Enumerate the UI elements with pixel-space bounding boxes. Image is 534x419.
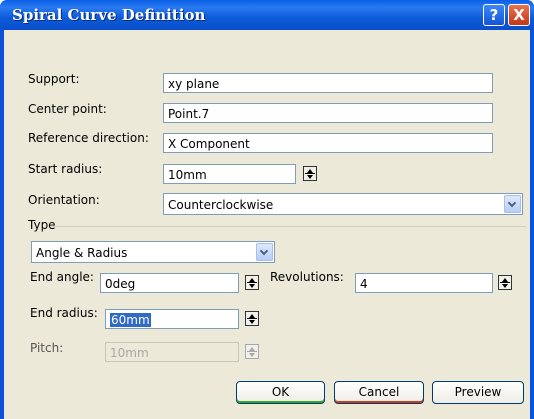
spin-divider bbox=[500, 282, 510, 283]
spin-divider bbox=[247, 318, 257, 319]
help-icon: ? bbox=[489, 6, 499, 24]
center-point-field[interactable]: Point.7 bbox=[163, 103, 493, 123]
spin-down-icon bbox=[249, 320, 255, 324]
dialog-body: Support: xy plane Center point: Point.7 … bbox=[4, 30, 530, 419]
end-radius-label: End radius: bbox=[30, 306, 98, 320]
start-radius-label: Start radius: bbox=[28, 162, 103, 176]
chevron-down-icon bbox=[259, 246, 269, 256]
end-radius-spinner[interactable] bbox=[245, 311, 259, 326]
center-point-label: Center point: bbox=[28, 102, 107, 116]
pitch-spinner bbox=[245, 344, 259, 359]
spiral-curve-dialog: Spiral Curve Definition ? X Support: xy … bbox=[0, 0, 534, 419]
revolutions-field[interactable]: 4 bbox=[355, 273, 493, 293]
start-radius-field[interactable]: 10mm bbox=[163, 164, 296, 184]
preview-button[interactable]: Preview bbox=[432, 381, 524, 404]
pitch-label: Pitch: bbox=[30, 341, 64, 355]
reference-direction-label: Reference direction: bbox=[28, 131, 149, 145]
type-group-divider bbox=[52, 226, 526, 227]
end-angle-spinner[interactable] bbox=[245, 275, 259, 290]
reference-direction-field[interactable]: X Component bbox=[163, 133, 493, 153]
start-radius-spinner[interactable] bbox=[303, 166, 317, 181]
spin-down-icon bbox=[307, 175, 313, 179]
spin-divider bbox=[247, 351, 257, 352]
end-radius-value: 60mm bbox=[110, 313, 151, 327]
type-value: Angle & Radius bbox=[36, 246, 128, 260]
orientation-label: Orientation: bbox=[28, 193, 100, 207]
orientation-dropdown-button[interactable] bbox=[504, 195, 521, 213]
orientation-value: Counterclockwise bbox=[168, 198, 274, 212]
orientation-dropdown[interactable]: Counterclockwise bbox=[163, 193, 523, 215]
type-group-label: Type bbox=[28, 218, 56, 232]
cancel-button[interactable]: Cancel bbox=[334, 381, 424, 404]
revolutions-label: Revolutions: bbox=[270, 270, 344, 284]
dialog-title: Spiral Curve Definition bbox=[12, 6, 206, 24]
end-angle-field[interactable]: 0deg bbox=[100, 273, 239, 293]
type-dropdown[interactable]: Angle & Radius bbox=[31, 241, 275, 263]
spin-divider bbox=[305, 173, 315, 174]
type-dropdown-button[interactable] bbox=[256, 243, 273, 261]
spin-down-icon bbox=[249, 353, 255, 357]
end-radius-field[interactable]: 60mm bbox=[105, 309, 239, 329]
close-button[interactable]: X bbox=[508, 4, 530, 26]
revolutions-spinner[interactable] bbox=[498, 275, 512, 290]
pitch-field: 10mm bbox=[105, 342, 239, 362]
close-icon: X bbox=[513, 6, 525, 24]
ok-button[interactable]: OK bbox=[236, 381, 325, 404]
title-bar[interactable]: Spiral Curve Definition ? X bbox=[0, 0, 534, 30]
support-field[interactable]: xy plane bbox=[163, 73, 493, 93]
spin-down-icon bbox=[249, 284, 255, 288]
spin-down-icon bbox=[502, 284, 508, 288]
spin-divider bbox=[247, 282, 257, 283]
support-label: Support: bbox=[28, 72, 80, 86]
help-button[interactable]: ? bbox=[483, 4, 505, 26]
end-angle-label: End angle: bbox=[30, 270, 94, 284]
chevron-down-icon bbox=[507, 198, 517, 208]
